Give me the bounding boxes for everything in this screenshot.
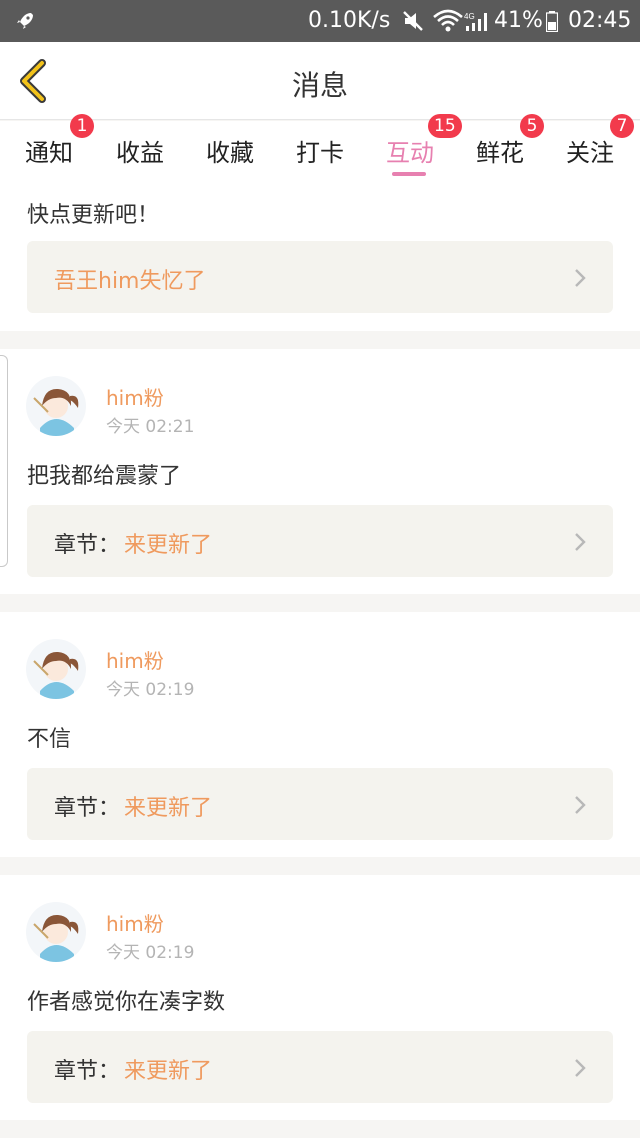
edge-swipe-handle[interactable]: [0, 355, 8, 567]
username[interactable]: him粉: [106, 382, 164, 411]
comment-text: 不信: [27, 727, 72, 752]
chapter-link[interactable]: 章节： 来更新了: [27, 1031, 613, 1103]
message-card: 快点更新吧！ 吾王him失忆了: [0, 181, 640, 331]
chapter-link[interactable]: 章节： 来更新了: [27, 768, 613, 840]
signal-4g-icon: 4G: [464, 12, 487, 31]
tab-label: 关注: [566, 139, 614, 167]
status-bar: 0.10K/s 4G 41% 02:45: [0, 0, 640, 42]
timestamp: 今天 02:19: [106, 680, 195, 700]
tab-earnings[interactable]: 收益: [116, 133, 164, 168]
timestamp: 今天 02:21: [106, 417, 195, 437]
avatar[interactable]: [26, 639, 86, 699]
wifi-icon: [433, 9, 463, 32]
chevron-right-icon: [575, 1059, 586, 1077]
comment-text: 快点更新吧！: [27, 203, 160, 228]
tab-favorites[interactable]: 收藏: [206, 133, 254, 168]
message-card: him粉 今天 02:19 不信 章节： 来更新了: [0, 612, 640, 857]
chapter-label: 章节：: [54, 1059, 121, 1084]
svg-text:4G: 4G: [464, 12, 475, 21]
tab-notice[interactable]: 通知: [25, 133, 73, 168]
username[interactable]: him粉: [106, 645, 164, 674]
tab-label: 收益: [116, 139, 164, 167]
tab-label: 鲜花: [476, 139, 524, 167]
message-card: him粉 今天 02:19 作者感觉你在凑字数 章节： 来更新了: [0, 875, 640, 1120]
flowers-badge: 5: [520, 114, 544, 138]
avatar[interactable]: [26, 376, 86, 436]
tab-follow[interactable]: 关注: [566, 133, 614, 168]
header: 消息: [0, 42, 640, 120]
chevron-right-icon: [575, 796, 586, 814]
message-card: him粉 今天 02:21 把我都给震蒙了 章节： 来更新了: [0, 349, 640, 594]
chapter-link[interactable]: 章节： 来更新了: [27, 505, 613, 577]
chevron-right-icon: [575, 533, 586, 551]
mute-icon: [403, 11, 423, 31]
comment-text: 作者感觉你在凑字数: [27, 990, 226, 1015]
avatar[interactable]: [26, 902, 86, 962]
tab-bar: 通知 1 收益 收藏 打卡 互动 15 鲜花 5 关注 7: [0, 114, 640, 181]
tab-interaction[interactable]: 互动: [386, 133, 434, 176]
chapter-title: 来更新了: [124, 796, 213, 821]
clock: 02:45: [568, 8, 632, 33]
battery-icon: [546, 11, 558, 32]
tab-label: 收藏: [206, 139, 254, 167]
reference-link[interactable]: 吾王him失忆了: [27, 241, 613, 313]
reference-title: 吾王him失忆了: [54, 269, 206, 294]
notice-badge: 1: [70, 114, 94, 138]
battery-percent: 41%: [494, 8, 543, 33]
username[interactable]: him粉: [106, 908, 164, 937]
tab-label: 通知: [25, 139, 73, 167]
tab-flowers[interactable]: 鲜花: [476, 133, 524, 168]
chapter-title: 来更新了: [124, 1059, 213, 1084]
interaction-badge: 15: [428, 114, 462, 138]
follow-badge: 7: [610, 114, 634, 138]
chapter-title: 来更新了: [124, 533, 213, 558]
net-speed: 0.10K/s: [308, 8, 391, 33]
page-title: 消息: [291, 69, 348, 102]
chevron-right-icon: [575, 269, 586, 287]
tab-label: 互动: [386, 139, 434, 167]
chapter-label: 章节：: [54, 533, 121, 558]
tab-label: 打卡: [296, 139, 344, 167]
timestamp: 今天 02:19: [106, 943, 195, 963]
chapter-label: 章节：: [54, 796, 121, 821]
comment-text: 把我都给震蒙了: [27, 464, 182, 489]
tab-checkin[interactable]: 打卡: [296, 133, 344, 168]
active-tab-indicator: [392, 172, 426, 176]
rocket-icon: [17, 13, 33, 29]
